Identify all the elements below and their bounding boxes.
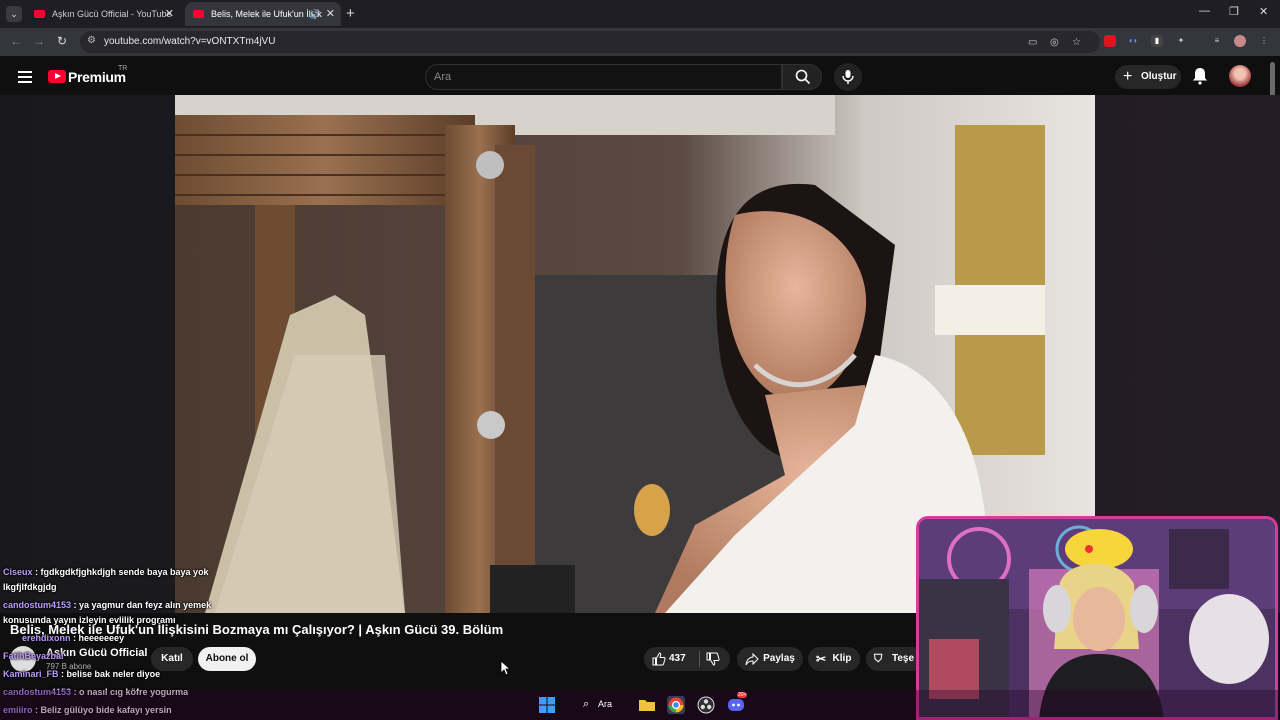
account-avatar[interactable] — [1229, 65, 1251, 87]
menu-icon[interactable] — [18, 71, 32, 86]
close-tab-icon[interactable]: ✕ — [165, 2, 174, 26]
like-icon[interactable] — [652, 652, 666, 666]
forward-icon[interactable]: → — [33, 34, 45, 48]
site-info-icon[interactable]: ⚙ — [87, 35, 96, 46]
extensions-puzzle-icon[interactable]: ✦ — [1175, 35, 1187, 47]
close-tab-icon[interactable]: ✕ — [326, 2, 335, 26]
chat-message: Kaminari_FB : belise bak neler diyoe — [3, 669, 161, 679]
chat-message: erehdixonn : heeeeeeey — [22, 633, 125, 643]
profile-avatar-icon[interactable] — [1234, 35, 1246, 47]
thanks-icon: ⛉ — [874, 653, 883, 665]
create-button[interactable]: + Oluştur — [1115, 65, 1181, 89]
search-icon — [795, 69, 811, 85]
search-input[interactable] — [434, 69, 764, 85]
dislike-icon[interactable] — [706, 652, 720, 666]
tab-title: Belis, Melek ile Ufuk'un İlişk — [211, 9, 322, 19]
tab-search-icon[interactable]: ⌄ — [6, 6, 22, 22]
plus-icon: + — [1123, 68, 1133, 85]
scissors-icon: ✂ — [816, 652, 827, 666]
streamer-webcam-image — [919, 519, 1275, 717]
mouse-cursor-icon — [500, 660, 512, 681]
tab-title: Aşkın Gücü Official - YouTube — [52, 9, 172, 19]
file-explorer-icon[interactable] — [638, 696, 656, 714]
join-button[interactable]: Katıl — [151, 647, 193, 671]
close-window-icon[interactable]: ✕ — [1259, 5, 1268, 18]
chat-message: FatihBeyazbal — [3, 651, 64, 661]
discord-icon[interactable]: 20+ — [727, 692, 748, 714]
notifications-button[interactable] — [1192, 67, 1208, 90]
divider — [699, 651, 700, 667]
chat-message: candostum4153 : ya yagmur dan feyz alın … — [3, 600, 212, 610]
like-dislike-group: 437 — [644, 647, 730, 671]
chat-message: Ciseux : fgdkgdkfjghkdjgh sende baya bay… — [3, 567, 209, 577]
address-toolbar: ← → ↻ ⚙ youtube.com/watch?v=vONTXTm4jVU … — [0, 28, 1280, 56]
browser-tab-1[interactable]: Aşkın Gücü Official - YouTube ✕ — [26, 2, 180, 26]
microphone-icon — [842, 70, 854, 84]
new-tab-icon[interactable]: + — [346, 5, 355, 22]
obs-icon[interactable] — [697, 696, 715, 714]
url-text[interactable]: youtube.com/watch?v=vONTXTm4jVU — [104, 36, 275, 47]
bookmark-star-icon[interactable]: ☆ — [1072, 37, 1081, 48]
reading-list-icon[interactable]: ≡ — [1211, 35, 1223, 47]
reload-icon[interactable]: ↻ — [57, 34, 67, 48]
search-box — [425, 64, 782, 90]
browser-menu-icon[interactable]: ⋮ — [1258, 35, 1270, 47]
share-icon — [745, 652, 759, 666]
audio-playing-icon[interactable]: 🔊 — [310, 2, 321, 26]
youtube-play-icon — [48, 70, 66, 83]
taskbar-search-label[interactable]: Ara — [598, 699, 612, 709]
browser-tab-strip: ⌄ Aşkın Gücü Official - YouTube ✕ Belis,… — [0, 0, 1280, 28]
eye-off-icon[interactable]: ◎ — [1050, 37, 1059, 48]
omnibox[interactable]: ⚙ youtube.com/watch?v=vONTXTm4jVU ▭ ◎ ☆ — [80, 31, 1100, 53]
discord-badge: 20+ — [737, 692, 748, 698]
chrome-icon[interactable] — [667, 696, 685, 714]
youtube-favicon-icon — [34, 10, 45, 18]
youtube-header: Premium TR + Oluştur — [0, 56, 1280, 96]
search-button[interactable] — [782, 64, 822, 90]
windows-start-icon[interactable] — [538, 696, 556, 714]
extension-twitch-icon[interactable]: ▮ — [1151, 35, 1163, 47]
back-icon[interactable]: ← — [10, 34, 22, 48]
chat-message: konusunda yayın izleyin evlilik programı — [3, 615, 176, 625]
minimize-icon[interactable]: — — [1199, 5, 1210, 17]
extension-red-icon[interactable] — [1104, 35, 1116, 47]
youtube-favicon-icon — [193, 10, 204, 18]
like-count: 437 — [669, 653, 686, 664]
share-button[interactable]: Paylaş — [737, 647, 803, 671]
clip-button[interactable]: ✂ Klip — [808, 647, 860, 671]
subscribe-button[interactable]: Abone ol — [198, 647, 256, 671]
voice-search-button[interactable] — [834, 63, 862, 91]
maximize-icon[interactable]: ❐ — [1229, 5, 1239, 18]
extension-audio-icon[interactable]: ◖◗ — [1127, 35, 1139, 47]
install-app-icon[interactable]: ▭ — [1028, 37, 1037, 48]
browser-tab-2[interactable]: Belis, Melek ile Ufuk'un İlişk 🔊 ✕ — [185, 2, 341, 26]
bell-icon — [1193, 68, 1207, 85]
chat-message: lkgfjlfdkgjdg — [3, 582, 57, 592]
